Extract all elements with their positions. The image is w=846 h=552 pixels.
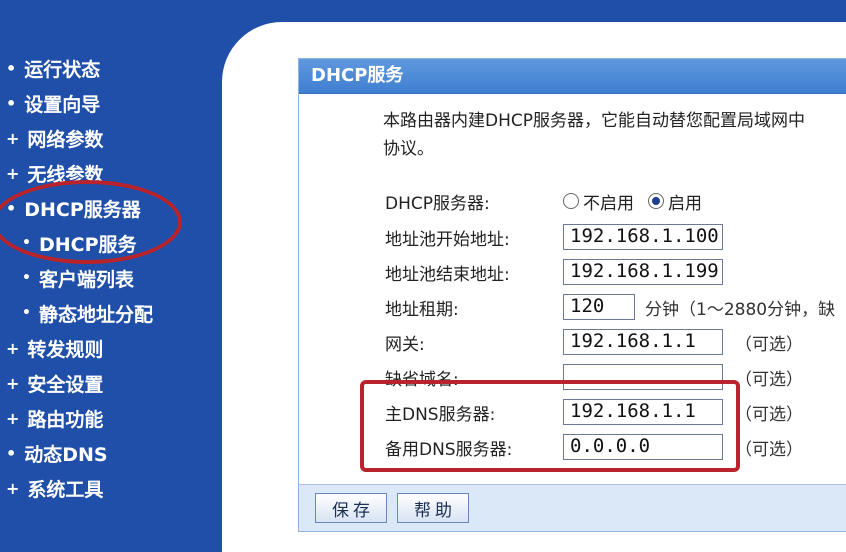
sidebar-subitem-dhcp-service[interactable]: • DHCP服务	[22, 230, 137, 256]
optional-label: （可选）	[735, 404, 803, 425]
bullet-icon: •	[22, 305, 31, 321]
sidebar-item-forwarding[interactable]: + 转发规则	[6, 335, 103, 361]
sidebar-item-label: 动态DNS	[24, 443, 108, 466]
sidebar-item-label: 转发规则	[27, 338, 104, 361]
primary-dns-row: 主DNS服务器: 192.168.1.1 （可选）	[385, 398, 803, 426]
gateway-row: 网关: 192.168.1.1 （可选）	[385, 328, 803, 356]
pool-end-input[interactable]: 192.168.1.199	[563, 259, 723, 285]
optional-label: （可选）	[735, 369, 803, 390]
sidebar-item-label: 客户端列表	[38, 268, 134, 291]
plus-icon: +	[6, 478, 20, 498]
sidebar-item-security[interactable]: + 安全设置	[6, 370, 103, 396]
lease-input[interactable]: 120	[563, 294, 635, 320]
radio-disable-label[interactable]: 不启用	[583, 189, 634, 214]
gateway-label: 网关:	[385, 334, 425, 355]
sidebar-item-label: 路由功能	[27, 408, 104, 431]
dhcp-server-row: DHCP服务器: 不启用 启用	[385, 187, 716, 215]
sidebar-item-label: 安全设置	[27, 373, 104, 396]
dhcp-radio-group: 不启用 启用	[563, 189, 716, 214]
pool-end-label: 地址池结束地址:	[385, 264, 510, 285]
dhcp-panel: DHCP服务 本路由器内建DHCP服务器，它能自动替您配置局域网中 协议。 DH…	[298, 58, 846, 532]
intro-line: 协议。	[383, 139, 434, 159]
pool-start-input[interactable]: 192.168.1.100	[563, 224, 723, 250]
optional-label: （可选）	[735, 439, 803, 460]
sidebar-subitem-client-list[interactable]: • 客户端列表	[22, 265, 134, 291]
sidebar-item-ddns[interactable]: • 动态DNS	[6, 440, 108, 466]
bullet-icon: •	[6, 93, 17, 113]
bullet-icon: •	[6, 198, 17, 218]
sidebar-item-label: 网络参数	[27, 128, 104, 151]
bullet-icon: •	[6, 58, 17, 78]
primary-dns-label: 主DNS服务器:	[385, 404, 496, 425]
bullet-icon: •	[22, 235, 31, 251]
sidebar-item-network[interactable]: + 网络参数	[6, 125, 103, 151]
sidebar-item-setup-wizard[interactable]: • 设置向导	[6, 90, 100, 116]
sidebar-item-run-status[interactable]: • 运行状态	[6, 55, 100, 81]
sidebar-item-label: 运行状态	[24, 58, 101, 81]
sidebar-item-label: 无线参数	[27, 163, 104, 186]
domain-row: 缺省域名: （可选）	[385, 363, 803, 391]
sidebar-item-label: 静态地址分配	[38, 303, 153, 326]
plus-icon: +	[6, 373, 20, 393]
radio-enable[interactable]	[648, 193, 664, 209]
intro-text: 本路由器内建DHCP服务器，它能自动替您配置局域网中 协议。	[383, 107, 846, 163]
radio-enable-label[interactable]: 启用	[668, 189, 702, 214]
secondary-dns-input[interactable]: 0.0.0.0	[563, 434, 723, 460]
dhcp-server-label: DHCP服务器:	[385, 193, 490, 214]
sidebar-subitem-static-address[interactable]: • 静态地址分配	[22, 300, 153, 326]
radio-disable[interactable]	[563, 193, 579, 209]
intro-line: 本路由器内建DHCP服务器，它能自动替您配置局域网中	[383, 111, 805, 131]
gateway-input[interactable]: 192.168.1.1	[563, 329, 723, 355]
sidebar-item-label: 设置向导	[24, 93, 101, 116]
sidebar-item-wireless[interactable]: + 无线参数	[6, 160, 103, 186]
secondary-dns-label: 备用DNS服务器:	[385, 439, 513, 460]
sidebar-item-label: 系统工具	[27, 478, 104, 501]
save-button[interactable]: 保存	[315, 493, 387, 523]
button-bar: 保存 帮助	[299, 484, 846, 531]
pool-start-row: 地址池开始地址: 192.168.1.100	[385, 223, 723, 251]
sidebar-item-dhcp-server[interactable]: • DHCP服务器	[6, 195, 141, 221]
lease-label: 地址租期:	[385, 299, 459, 320]
plus-icon: +	[6, 163, 20, 183]
secondary-dns-row: 备用DNS服务器: 0.0.0.0 （可选）	[385, 433, 803, 461]
sidebar-item-label: DHCP服务器	[24, 198, 141, 221]
sidebar-nav: • 运行状态 • 设置向导 + 网络参数 + 无线参数 • DHCP服务器 • …	[0, 0, 230, 532]
help-button[interactable]: 帮助	[397, 493, 469, 523]
plus-icon: +	[6, 408, 20, 428]
sidebar-item-routing[interactable]: + 路由功能	[6, 405, 103, 431]
primary-dns-input[interactable]: 192.168.1.1	[563, 399, 723, 425]
pool-end-row: 地址池结束地址: 192.168.1.199	[385, 258, 723, 286]
pool-start-label: 地址池开始地址:	[385, 229, 510, 250]
sidebar-item-system-tools[interactable]: + 系统工具	[6, 475, 103, 501]
lease-row: 地址租期: 120 分钟（1～2880分钟，缺	[385, 293, 835, 321]
plus-icon: +	[6, 338, 20, 358]
radio-selected-dot	[652, 197, 660, 205]
panel-title: DHCP服务	[299, 59, 846, 94]
bullet-icon: •	[22, 270, 31, 286]
domain-label: 缺省域名:	[385, 369, 459, 390]
domain-input[interactable]	[563, 364, 723, 390]
plus-icon: +	[6, 128, 20, 148]
bullet-icon: •	[6, 443, 17, 463]
lease-unit: 分钟（1～2880分钟，缺	[645, 299, 836, 320]
optional-label: （可选）	[735, 334, 803, 355]
sidebar-item-label: DHCP服务	[38, 233, 137, 256]
